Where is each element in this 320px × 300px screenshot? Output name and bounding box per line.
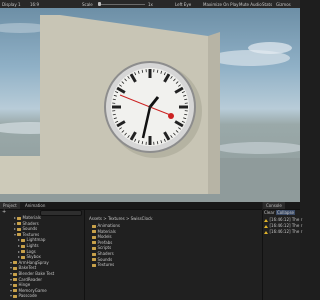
folder-icon	[21, 250, 25, 254]
collapsed-arrow-icon[interactable]	[18, 245, 20, 247]
breadcrumb-assets[interactable]: Assets	[89, 216, 102, 221]
expand-arrow-icon[interactable]	[10, 273, 12, 275]
mute-audio-toggle[interactable]: Mute Audio	[239, 2, 262, 7]
add-button[interactable]: +	[2, 210, 6, 215]
expand-arrow-icon[interactable]	[10, 284, 12, 287]
folder-icon	[13, 261, 17, 265]
asset-folder-label: Animations	[97, 223, 120, 228]
scale-slider-handle[interactable]	[98, 2, 101, 6]
folder-icon	[92, 235, 96, 239]
collapsed-arrow-icon[interactable]	[14, 228, 16, 231]
eye-dropdown[interactable]: Left Eye	[175, 2, 191, 7]
collapsed-arrow-icon[interactable]	[18, 256, 20, 259]
console-tabbar: Console	[263, 202, 300, 210]
console-log-row[interactable]: [16:46:12] The r	[264, 229, 302, 235]
aspect-dropdown[interactable]: 16:9	[30, 2, 39, 7]
project-tabbar: Project Animation	[0, 202, 262, 210]
folder-icon	[17, 222, 21, 226]
hierarchy-search[interactable]	[40, 210, 82, 216]
folder-icon	[92, 241, 96, 245]
display-dropdown[interactable]: Display 1	[2, 2, 21, 7]
folder-tree-label: Sounds	[22, 226, 38, 232]
gizmos-dropdown[interactable]: Gizmos	[276, 2, 291, 7]
folder-icon	[13, 278, 17, 282]
tab-console[interactable]: Console	[263, 202, 285, 209]
warning-icon	[264, 224, 268, 228]
breadcrumb: Assets > Textures > SwissClock	[89, 216, 153, 221]
console-clear-button[interactable]: Clear	[264, 210, 274, 215]
folder-tree-label: Textures	[22, 231, 40, 237]
breadcrumb-textures[interactable]: Textures	[108, 216, 125, 221]
folder-icon	[17, 227, 21, 231]
folder-tree-label: Lights	[26, 243, 39, 248]
maximize-on-play-toggle[interactable]: Maximize On Play	[203, 2, 239, 7]
warning-icon	[264, 230, 268, 234]
breadcrumb-swissclock[interactable]: SwissClock	[131, 216, 153, 221]
bottom-panel: Project Animation Console + Materials Sha…	[0, 202, 303, 300]
asset-folder-label: Sounds	[97, 256, 113, 262]
folder-icon	[13, 266, 17, 270]
console-log-text: [16:46:12] The r	[269, 223, 303, 228]
tab-project[interactable]: Project	[0, 202, 20, 209]
folder-icon	[13, 272, 17, 276]
asset-folder-label: Scripts	[97, 245, 112, 251]
folder-icon	[21, 238, 25, 242]
asset-folder-label: Shaders	[97, 251, 114, 256]
collapsed-arrow-icon[interactable]	[14, 222, 16, 225]
console-log-text: [16:46:12] The r	[269, 229, 303, 234]
folder-icon	[92, 263, 96, 267]
asset-folder-item[interactable]: Textures	[92, 262, 114, 268]
folder-icon	[17, 216, 21, 220]
expand-arrow-icon[interactable]	[10, 295, 12, 298]
console-splitter[interactable]	[262, 210, 263, 300]
folder-tree-label: Skybox	[26, 254, 41, 260]
console-log-text: [16:46:12] The r	[269, 217, 303, 222]
expand-arrow-icon[interactable]	[10, 261, 12, 264]
asset-folder-label: Materials	[97, 228, 116, 234]
folder-tree-item[interactable]: Passcode	[10, 293, 37, 299]
folder-icon	[92, 224, 96, 228]
console-collapse-button[interactable]: Collapse	[276, 210, 295, 215]
scale-label: Scale	[82, 1, 93, 7]
folder-icon	[13, 289, 17, 293]
folder-tree-label: MemoryGame	[18, 287, 47, 293]
folder-icon	[13, 294, 17, 298]
folder-tree-label: Passcode	[18, 293, 38, 299]
folder-tree-label: Hinge	[18, 282, 31, 288]
game-viewport[interactable]	[0, 8, 300, 202]
folder-icon	[21, 255, 25, 259]
folder-tree-label: Shaders	[22, 220, 39, 226]
asset-folder-label: Prefabs	[97, 239, 113, 245]
scale-slider[interactable]	[99, 3, 145, 5]
folder-tree-label: Lightmap	[26, 237, 46, 243]
tab-animation[interactable]: Animation	[22, 202, 48, 209]
collapsed-arrow-icon[interactable]	[14, 217, 16, 219]
collapsed-arrow-icon[interactable]	[18, 239, 20, 242]
folder-tree-label: Materials	[22, 215, 41, 220]
scene-render	[0, 15, 300, 202]
stats-toggle[interactable]: Stats	[262, 2, 272, 7]
folder-icon	[21, 244, 25, 248]
folder-icon	[92, 252, 96, 256]
folder-icon	[13, 283, 17, 287]
expand-arrow-icon[interactable]	[10, 267, 12, 270]
asset-folder-label: Models	[97, 234, 112, 240]
folder-icon	[92, 258, 96, 262]
expand-arrow-icon[interactable]	[14, 233, 16, 236]
folder-icon	[92, 246, 96, 250]
expand-arrow-icon[interactable]	[10, 289, 12, 292]
folder-icon	[92, 230, 96, 234]
expand-arrow-icon[interactable]	[10, 278, 12, 281]
folder-tree-label: ArmHangSpray	[18, 259, 49, 265]
panel-splitter[interactable]	[84, 210, 85, 300]
folder-tree-label: Blender Bake Test	[18, 271, 55, 276]
folder-icon	[17, 233, 21, 237]
asset-folder-label: Textures	[97, 262, 115, 268]
folder-tree-label: CardReader	[18, 276, 43, 282]
warning-icon	[264, 218, 268, 222]
folder-tree-label: BakeTest	[18, 265, 37, 271]
folder-tree-label: Logs	[26, 248, 36, 254]
scale-value: 1x	[148, 1, 153, 7]
collapsed-arrow-icon[interactable]	[18, 250, 20, 253]
